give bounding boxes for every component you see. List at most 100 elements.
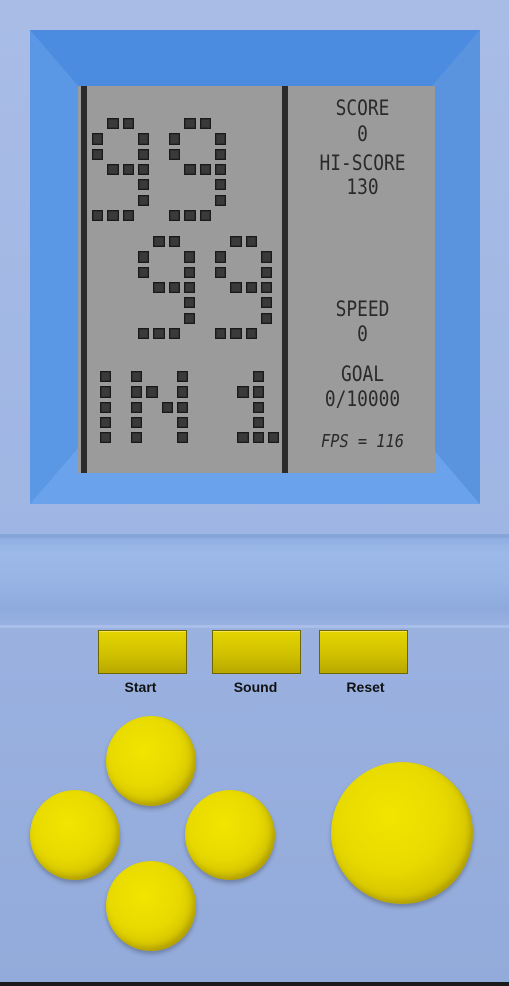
action-button[interactable]	[331, 762, 473, 904]
nine-c-pixel	[181, 279, 198, 296]
bottom-edge	[0, 982, 509, 986]
fps-counter: FPS = 116	[321, 431, 404, 452]
nine-d-pixel	[228, 234, 244, 250]
nine-b-pixel	[197, 116, 213, 132]
nine-a-pixel	[120, 116, 136, 132]
nine-c-pixel	[151, 279, 167, 296]
letter-n-pixel	[129, 430, 145, 446]
digit-one-pixel	[265, 430, 282, 446]
goal-value: 0/10000	[324, 387, 401, 411]
nine-d-pixel	[258, 295, 275, 311]
letter-i-pixel	[98, 430, 114, 446]
letter-i-pixel	[98, 399, 114, 415]
digit-one-pixel	[250, 399, 266, 415]
nine-c-pixel	[181, 249, 198, 265]
nine-c-pixel	[166, 325, 182, 342]
dpad-left-button[interactable]	[30, 790, 120, 880]
nine-d-pixel	[228, 325, 244, 342]
dpad-right-button[interactable]	[185, 790, 275, 880]
nine-c-pixel	[166, 234, 182, 250]
frame-right-bevel	[432, 30, 480, 504]
nine-b-pixel	[167, 146, 183, 162]
letter-n-pixel	[129, 414, 145, 431]
start-label: Start	[124, 679, 157, 695]
nine-a-pixel	[135, 192, 152, 208]
nine-a-pixel	[90, 146, 106, 162]
nine-b-pixel	[182, 161, 198, 178]
digit-one-pixel	[235, 384, 251, 400]
separator-band	[0, 534, 509, 628]
nine-b-pixel	[197, 161, 213, 178]
letter-n-pixel	[129, 369, 145, 385]
nine-d-pixel	[258, 279, 275, 296]
letter-i-pixel	[98, 384, 114, 400]
nine-b-pixel	[212, 192, 229, 208]
letter-n-pixel	[144, 384, 160, 400]
letter-n-pixel	[174, 384, 191, 400]
sound-button[interactable]	[212, 630, 301, 674]
nine-c-pixel	[151, 325, 167, 342]
dpad-down-button[interactable]	[106, 861, 196, 951]
nine-a-pixel	[120, 161, 136, 178]
dpad-up-button[interactable]	[106, 716, 196, 806]
reset-label: Reset	[346, 679, 385, 695]
nine-b-pixel	[212, 131, 229, 147]
letter-n-pixel	[174, 414, 191, 431]
nine-a-pixel	[135, 161, 152, 178]
nine-b-pixel	[182, 207, 198, 224]
nine-c-pixel	[181, 264, 198, 280]
title-pixel-art	[88, 114, 282, 446]
nine-c-pixel	[181, 310, 198, 326]
letter-n-pixel	[129, 399, 145, 415]
letter-i-pixel	[98, 369, 114, 385]
frame-top-bevel	[30, 30, 480, 86]
letter-i-pixel	[98, 414, 114, 431]
nine-c-pixel	[166, 279, 182, 296]
nine-a-pixel	[135, 131, 152, 147]
nine-b-pixel	[212, 161, 229, 178]
start-button[interactable]	[98, 630, 187, 674]
lcd-screen: SCORE 0 HI-SCORE 130 SPEED 0 GOAL 0/1000…	[78, 86, 435, 473]
playfield-left-border	[81, 86, 87, 473]
nine-a-pixel	[105, 207, 121, 224]
speed-value: 0	[357, 322, 368, 346]
nine-b-pixel	[197, 207, 213, 224]
nine-c-pixel	[181, 295, 198, 311]
score-label: SCORE	[335, 96, 390, 120]
digit-one-pixel	[235, 430, 251, 446]
nine-a-pixel	[90, 131, 106, 147]
nine-d-pixel	[258, 310, 275, 326]
reset-button[interactable]	[319, 630, 408, 674]
nine-d-pixel	[213, 325, 229, 342]
nine-a-pixel	[105, 116, 121, 132]
nine-c-pixel	[136, 325, 152, 342]
digit-one-pixel	[250, 414, 266, 431]
hiscore-value: 130	[346, 175, 379, 199]
letter-n-pixel	[129, 384, 145, 400]
hiscore-label: HI-SCORE	[319, 151, 406, 175]
letter-n-pixel	[174, 399, 191, 415]
nine-d-pixel	[213, 264, 229, 280]
nine-d-pixel	[213, 249, 229, 265]
playfield-right-border	[282, 86, 288, 473]
nine-a-pixel	[120, 207, 136, 224]
nine-d-pixel	[243, 325, 259, 342]
nine-c-pixel	[151, 234, 167, 250]
score-value: 0	[357, 122, 368, 146]
goal-label: GOAL	[340, 362, 384, 386]
frame-left-bevel	[30, 30, 78, 504]
digit-one-pixel	[250, 384, 266, 400]
sound-label: Sound	[233, 679, 278, 695]
letter-n-pixel	[174, 430, 191, 446]
nine-a-pixel	[135, 146, 152, 162]
nine-b-pixel	[167, 207, 183, 224]
nine-a-pixel	[105, 161, 121, 178]
nine-d-pixel	[243, 279, 259, 296]
nine-a-pixel	[135, 177, 152, 193]
letter-n-pixel	[174, 369, 191, 385]
nine-d-pixel	[258, 249, 275, 265]
nine-c-pixel	[136, 264, 152, 280]
nine-d-pixel	[258, 264, 275, 280]
letter-n-pixel	[159, 399, 175, 415]
digit-one-pixel	[250, 430, 266, 446]
